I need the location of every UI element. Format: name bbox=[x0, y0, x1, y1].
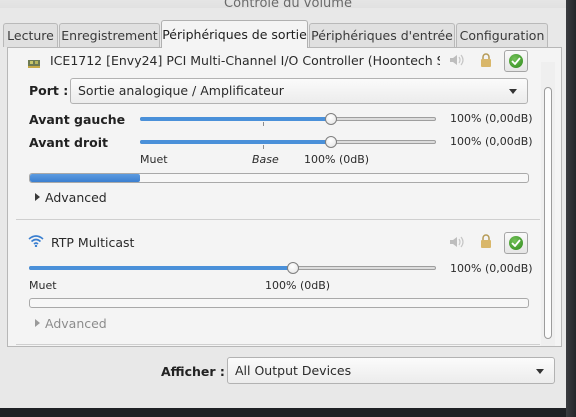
tab-lecture[interactable]: Lecture bbox=[3, 23, 58, 47]
tab-enregistrement[interactable]: Enregistrement bbox=[59, 23, 160, 47]
window-titlebar[interactable]: Contrôle du volume bbox=[0, 0, 576, 11]
scale-label-base: Base bbox=[252, 153, 279, 166]
speaker-muted-icon[interactable] bbox=[449, 53, 465, 67]
slider-master-fill bbox=[29, 266, 293, 270]
network-wifi-icon bbox=[28, 235, 44, 248]
peak-meter-fill bbox=[30, 174, 140, 182]
tab-peripheriques-sortie[interactable]: Périphériques de sortie bbox=[161, 20, 308, 48]
scale-tick-base bbox=[263, 122, 264, 126]
default-device-button[interactable] bbox=[504, 232, 528, 254]
slider-front-right-trough[interactable] bbox=[140, 140, 436, 144]
show-devices-combobox[interactable]: All Output Devices bbox=[227, 357, 555, 384]
master-value: 100% (0,00dB) bbox=[450, 262, 533, 275]
scale-label-muet: Muet bbox=[29, 279, 57, 292]
advanced-expander[interactable]: Advanced bbox=[45, 316, 107, 331]
slider-front-left-trough[interactable] bbox=[140, 117, 436, 121]
device-separator bbox=[16, 344, 540, 345]
scale-label-100: 100% (0dB) bbox=[304, 153, 370, 166]
scrollbar-thumb[interactable] bbox=[544, 87, 552, 339]
scale-label-100: 100% (0dB) bbox=[265, 279, 331, 292]
device-name: ICE1712 [Envy24] PCI Multi-Channel I/O C… bbox=[50, 53, 440, 68]
tab-peripheriques-entree[interactable]: Périphériques d'entrée bbox=[309, 23, 455, 47]
default-device-button[interactable] bbox=[504, 50, 528, 72]
slider-master-trough[interactable] bbox=[29, 266, 436, 270]
channel-value-front-right: 100% (0,00dB) bbox=[450, 135, 533, 148]
slider-front-right-fill bbox=[140, 140, 330, 144]
lock-icon[interactable] bbox=[480, 53, 492, 67]
slider-front-left-handle[interactable] bbox=[325, 113, 337, 125]
port-value: Sortie analogique / Amplificateur bbox=[78, 83, 284, 98]
chevron-down-icon bbox=[509, 89, 517, 94]
peak-meter bbox=[29, 173, 529, 183]
slider-front-left-fill bbox=[140, 117, 330, 121]
slider-front-right-handle[interactable] bbox=[325, 136, 337, 148]
peak-meter bbox=[29, 298, 529, 308]
show-value: All Output Devices bbox=[235, 363, 352, 378]
desktop-edge-right bbox=[566, 0, 576, 417]
speaker-muted-icon[interactable] bbox=[449, 235, 465, 249]
channel-label-front-left: Avant gauche bbox=[29, 112, 126, 127]
expander-arrow-icon[interactable] bbox=[35, 319, 40, 327]
sound-card-icon bbox=[28, 56, 40, 68]
device-list: ICE1712 [Envy24] PCI Multi-Channel I/O C… bbox=[8, 48, 540, 346]
scale-label-muet: Muet bbox=[140, 153, 168, 166]
chevron-down-icon bbox=[536, 368, 544, 374]
channel-value-front-left: 100% (0,00dB) bbox=[450, 112, 533, 125]
check-icon bbox=[509, 54, 523, 68]
desktop-edge-bottom bbox=[0, 408, 566, 417]
tab-configuration[interactable]: Configuration bbox=[456, 23, 548, 47]
channel-label-front-right: Avant droit bbox=[29, 135, 108, 150]
scale-tick-base bbox=[263, 145, 264, 149]
lock-icon[interactable] bbox=[480, 234, 492, 248]
advanced-expander[interactable]: Advanced bbox=[45, 190, 107, 205]
slider-master-handle[interactable] bbox=[287, 262, 299, 274]
port-combobox[interactable]: Sortie analogique / Amplificateur bbox=[70, 78, 528, 104]
show-label: Afficher : bbox=[161, 364, 225, 379]
check-icon bbox=[509, 236, 523, 250]
port-label: Port : bbox=[29, 83, 69, 98]
device-name: RTP Multicast bbox=[51, 235, 135, 250]
device-separator bbox=[16, 219, 540, 220]
expander-arrow-icon[interactable] bbox=[35, 193, 40, 201]
